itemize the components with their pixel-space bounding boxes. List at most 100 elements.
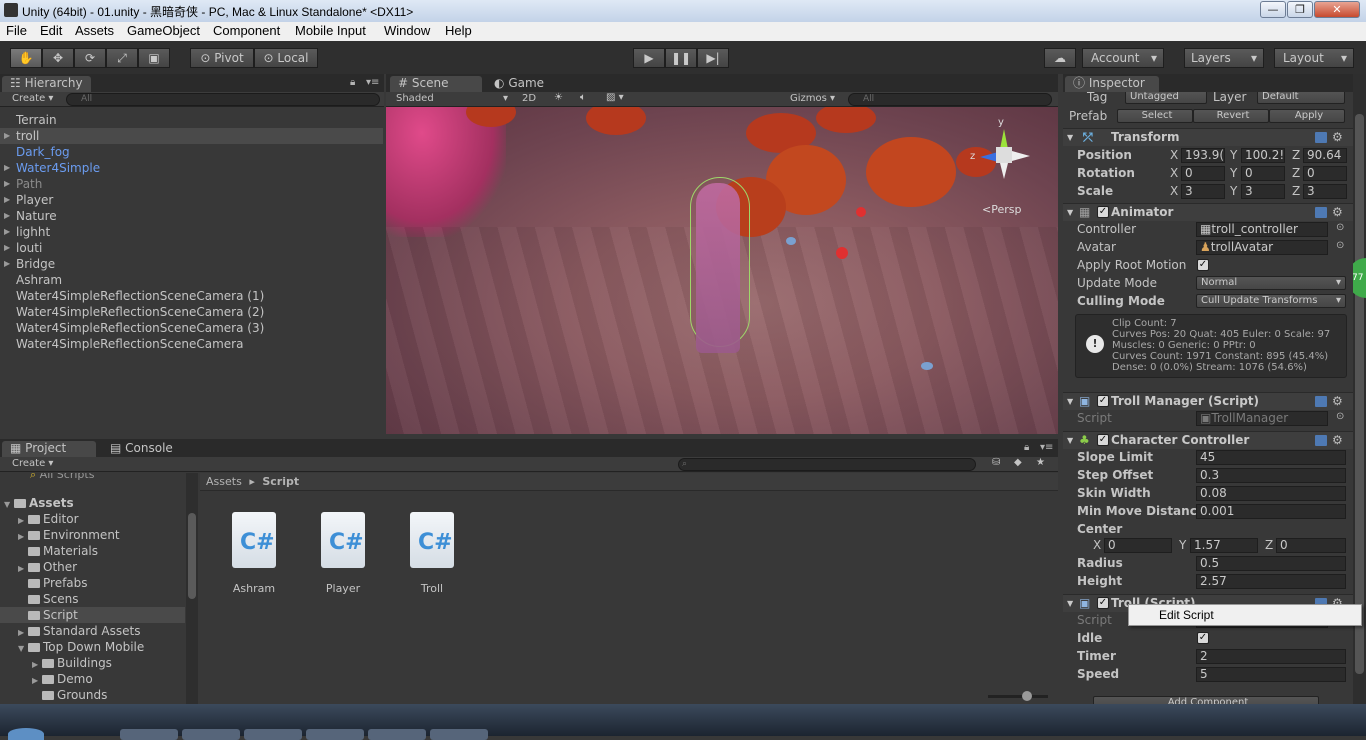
menu-assets[interactable]: Assets (75, 23, 114, 38)
help-book-icon[interactable] (1315, 207, 1327, 218)
taskbar-app[interactable] (120, 729, 178, 740)
foldout-arrow-icon[interactable]: ▶ (4, 128, 10, 144)
center-y-field[interactable]: 1.57 (1190, 538, 1258, 553)
rotation-z-field[interactable]: 0 (1303, 166, 1347, 181)
hierarchy-item[interactable]: ▶ Nature (0, 208, 383, 224)
breadcrumb-script[interactable]: Script (262, 475, 299, 488)
maximize-button[interactable]: ❐ (1287, 1, 1313, 18)
lighting-toggle-icon[interactable]: ☀ (554, 92, 563, 103)
tag-dropdown[interactable]: Untagged (1125, 92, 1207, 104)
culling-mode-dropdown[interactable]: Cull Update Transforms ▾ (1196, 294, 1346, 308)
scale-y-field[interactable]: 3 (1241, 184, 1285, 199)
rotation-x-field[interactable]: 0 (1181, 166, 1225, 181)
scene-search-input[interactable]: All (848, 93, 1052, 106)
tab-inspector[interactable]: ⓘ Inspector (1065, 76, 1159, 92)
scale-z-field[interactable]: 3 (1303, 184, 1347, 199)
radius-field[interactable]: 0.5 (1196, 556, 1346, 571)
animator-enabled-checkbox[interactable]: ✓ (1097, 206, 1109, 218)
slider-handle[interactable] (1022, 691, 1032, 701)
shading-dropdown[interactable]: Shaded ▾ (396, 93, 508, 104)
foldout-arrow-icon[interactable]: ▶ (4, 176, 10, 192)
lock-icon[interactable]: 🔒︎ (1024, 442, 1029, 453)
animator-header[interactable]: ▼ ▦ ✓ Animator ⚙ (1063, 203, 1353, 221)
folder-item[interactable]: ▶ Editor (0, 511, 185, 527)
play-button[interactable]: ▶ (633, 48, 665, 68)
update-mode-dropdown[interactable]: Normal ▾ (1196, 276, 1346, 290)
context-menu-edit-script[interactable]: Edit Script (1128, 604, 1362, 626)
position-x-field[interactable]: 193.9( (1181, 148, 1225, 163)
tab-hierarchy[interactable]: ☷ Hierarchy (2, 76, 91, 92)
menu-gameobject[interactable]: GameObject (127, 23, 200, 38)
hierarchy-item[interactable]: ▶ Path (0, 176, 383, 192)
2d-toggle[interactable]: 2D (522, 93, 536, 104)
folder-item[interactable]: Prefabs (0, 575, 185, 591)
hierarchy-item[interactable]: ▶ Water4Simple (0, 160, 383, 176)
folder-item[interactable]: ▶ Environment (0, 527, 185, 543)
hierarchy-item[interactable]: ▶ lighht (0, 224, 383, 240)
hand-tool-button[interactable]: ✋ (10, 48, 42, 68)
foldout-arrow-icon[interactable]: ▼ (1067, 595, 1073, 612)
foldout-arrow-icon[interactable]: ▶ (4, 208, 10, 224)
timer-field[interactable]: 2 (1196, 649, 1346, 664)
hierarchy-item[interactable]: Dark_fog (0, 144, 383, 160)
height-field[interactable]: 2.57 (1196, 574, 1346, 589)
lock-icon[interactable]: 🔒︎ (350, 77, 355, 88)
local-toggle[interactable]: ⊙ Local (254, 48, 318, 68)
folder-item[interactable]: ▼ Top Down Mobile (0, 639, 185, 655)
transform-header[interactable]: ▼ ⤱ Transform ⚙ (1063, 128, 1353, 146)
hierarchy-item[interactable]: ▶ Player (0, 192, 383, 208)
step-offset-field[interactable]: 0.3 (1196, 468, 1346, 483)
taskbar-app[interactable] (244, 729, 302, 740)
folder-item[interactable]: ▶ Buildings (0, 655, 185, 671)
foldout-arrow-icon[interactable]: ▶ (4, 192, 10, 208)
account-dropdown[interactable]: Account ▾ (1082, 48, 1164, 68)
audio-toggle-icon[interactable]: 🔈︎ (580, 92, 586, 103)
project-create-button[interactable]: Create ▾ (12, 458, 53, 469)
layer-dropdown[interactable]: Default (1257, 92, 1345, 104)
folder-item[interactable]: ▶ Demo (0, 671, 185, 687)
folder-item[interactable]: Grounds (0, 687, 185, 703)
menu-mobile-input[interactable]: Mobile Input (295, 23, 366, 38)
troll-script-enabled-checkbox[interactable]: ✓ (1097, 597, 1109, 609)
rect-tool-button[interactable]: ▣ (138, 48, 170, 68)
folder-tree-scrollbar[interactable] (186, 473, 198, 704)
menu-help[interactable]: Help (445, 23, 472, 38)
layers-dropdown[interactable]: Layers ▾ (1184, 48, 1264, 68)
hierarchy-item[interactable]: Ashram (0, 272, 383, 288)
gear-icon[interactable]: ⚙ (1332, 204, 1343, 221)
taskbar-app[interactable] (182, 729, 240, 740)
pause-button[interactable]: ❚❚ (665, 48, 697, 68)
hierarchy-item[interactable]: Water4SimpleReflectionSceneCamera (0, 336, 383, 352)
taskbar-app[interactable] (306, 729, 364, 740)
scale-x-field[interactable]: 3 (1181, 184, 1225, 199)
gear-icon[interactable]: ⚙ (1332, 432, 1343, 449)
filter-type-icon[interactable]: ⛁ (992, 457, 1000, 468)
gear-icon[interactable]: ⚙ (1332, 129, 1343, 146)
menu-edit[interactable]: Edit (40, 23, 62, 38)
hierarchy-item[interactable]: Water4SimpleReflectionSceneCamera (2) (0, 304, 383, 320)
foldout-arrow-icon[interactable]: ▼ (1067, 129, 1073, 146)
hierarchy-item[interactable]: Water4SimpleReflectionSceneCamera (3) (0, 320, 383, 336)
cloud-button[interactable]: ☁ (1044, 48, 1076, 68)
add-component-button[interactable]: Add Component (1093, 696, 1319, 704)
tab-game[interactable]: ◐ Game (486, 76, 552, 92)
layout-dropdown[interactable]: Layout ▾ (1274, 48, 1354, 68)
foldout-arrow-icon[interactable]: ▼ (1067, 432, 1073, 449)
menu-component[interactable]: Component (213, 23, 280, 38)
icon-size-slider[interactable] (988, 691, 1048, 701)
center-x-field[interactable]: 0 (1104, 538, 1172, 553)
controller-field[interactable]: ▦troll_controller (1196, 222, 1328, 237)
folder-item[interactable]: ▼ Assets (0, 495, 185, 511)
menu-file[interactable]: File (6, 23, 27, 38)
rotate-tool-button[interactable]: ⟳ (74, 48, 106, 68)
slope-limit-field[interactable]: 45 (1196, 450, 1346, 465)
min-move-distance-field[interactable]: 0.001 (1196, 504, 1346, 519)
gizmos-dropdown[interactable]: Gizmos ▾ (790, 93, 835, 104)
help-book-icon[interactable] (1315, 435, 1327, 446)
foldout-arrow-icon[interactable]: ▼ (1067, 393, 1073, 410)
tab-scene[interactable]: # Scene (390, 76, 482, 92)
favorite-star-icon[interactable]: ★ (1036, 457, 1045, 468)
help-book-icon[interactable] (1315, 396, 1327, 407)
foldout-arrow-icon[interactable]: ▶ (4, 160, 10, 176)
character-controller-enabled-checkbox[interactable]: ✓ (1097, 434, 1109, 446)
